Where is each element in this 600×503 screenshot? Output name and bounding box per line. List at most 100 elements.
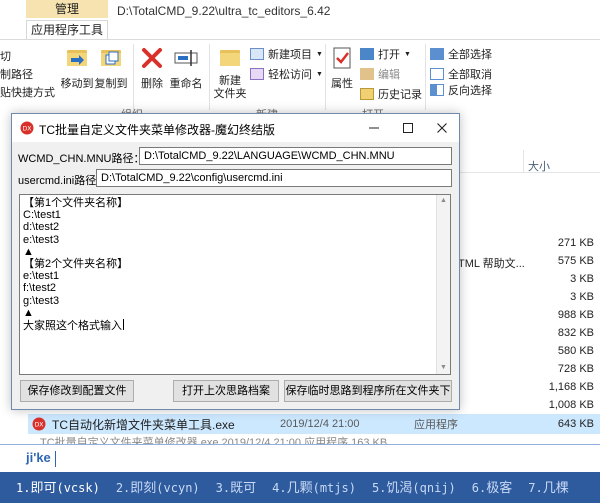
file-size: 643 KB: [557, 418, 594, 430]
tab-app-tools[interactable]: 应用程序工具: [26, 20, 108, 40]
close-button[interactable]: [425, 114, 459, 142]
ime-candidate[interactable]: 5.饥渴(qnij): [372, 477, 456, 496]
text-line-current: 大家照这个格式输入: [23, 318, 128, 332]
properties-button[interactable]: 属性: [328, 44, 356, 91]
history-icon: [360, 88, 374, 100]
window-path-title: D:\TotalCMD_9.22\ultra_tc_editors_6.42: [117, 4, 331, 18]
app-exe-icon: DX: [32, 417, 46, 431]
minimize-button[interactable]: [357, 114, 391, 142]
text-line: 【第2个文件夹名称】: [23, 257, 129, 270]
header-divider: [460, 172, 600, 173]
file-size: 575 KB: [557, 255, 594, 267]
textarea-content: 【第1个文件夹名称】 C:\test1 d:\test2 e:\test3 ▲ …: [23, 197, 129, 332]
ime-candidate-bar: ji'ke 1.即可(vcsk) 2.即刻(vcyn) 3.既可 4.几颗(mt…: [0, 444, 600, 503]
properties-label: 属性: [331, 78, 353, 90]
copy-to-button[interactable]: 复制到: [94, 44, 128, 91]
move-to-label: 移动到: [60, 78, 94, 90]
copy-path-item[interactable]: 制路径: [0, 66, 33, 82]
new-item-menu[interactable]: 新建项目 ▼: [250, 46, 323, 62]
maximize-button[interactable]: [391, 114, 425, 142]
text-line: ▲: [23, 306, 34, 319]
minimize-icon: [369, 127, 379, 129]
text-line: ▲: [23, 245, 34, 258]
select-all-icon: [430, 48, 444, 60]
ime-candidate[interactable]: 2.即刻(vcyn): [116, 477, 200, 496]
select-all-item[interactable]: 全部选择: [430, 46, 492, 62]
menu-editor-dialog: DX TC批量自定义文件夹菜单修改器-魔幻终结版 WCMD_CHN.MNU路径：…: [11, 113, 460, 410]
dialog-titlebar[interactable]: DX TC批量自定义文件夹菜单修改器-魔幻终结版: [12, 114, 459, 142]
easy-access-menu[interactable]: 轻松访问 ▼: [250, 66, 323, 82]
ribbon-separator: [325, 44, 326, 110]
textarea-scrollbar[interactable]: ▲ ▼: [436, 195, 450, 374]
move-to-button[interactable]: 移动到: [60, 44, 94, 91]
new-item-label: 新建项目: [268, 49, 312, 61]
easy-access-icon: [250, 68, 264, 80]
save-temp-button[interactable]: 保存临时思路到程序所在文件夹下: [284, 380, 452, 402]
delete-button[interactable]: 删除: [138, 44, 166, 91]
file-size: 728 KB: [557, 363, 594, 375]
rename-label: 重命名: [169, 78, 203, 90]
file-size: 832 KB: [557, 327, 594, 339]
select-none-item[interactable]: 全部取消: [430, 66, 492, 82]
tab-manage[interactable]: 管理: [26, 0, 108, 18]
chevron-down-icon: ▼: [404, 50, 411, 58]
new-folder-label: 新建 文件夹: [213, 75, 247, 100]
text-caret: [123, 318, 124, 330]
ribbon-separator: [133, 44, 134, 110]
history-label: 历史记录: [378, 89, 422, 101]
close-icon: [437, 123, 447, 133]
wcmd-path-input[interactable]: D:\TotalCMD_9.22\LANGUAGE\WCMD_CHN.MNU: [139, 147, 452, 165]
delete-label: 删除: [141, 78, 163, 90]
file-size: 3 KB: [570, 273, 594, 285]
select-none-icon: [430, 68, 444, 80]
ime-candidate[interactable]: 6.极客: [472, 477, 512, 496]
ime-caret: [55, 451, 56, 467]
text-line: f:\test2: [23, 282, 57, 295]
ime-candidate[interactable]: 4.几颗(mtjs): [272, 477, 356, 496]
column-divider: [523, 150, 524, 172]
copy-to-label: 复制到: [94, 78, 128, 90]
paste-shortcut-item[interactable]: 贴快捷方式: [0, 84, 55, 100]
text-line: 大家照这个格式输入: [23, 319, 122, 332]
invert-selection-label: 反向选择: [448, 85, 492, 97]
table-row-selected[interactable]: DX TC自动化新增文件夹菜单工具.exe 2019/12/4 21:00 应用…: [28, 414, 600, 434]
rename-button[interactable]: 重命名: [168, 44, 204, 91]
copy-to-icon: [101, 50, 121, 66]
ime-candidate-list: 1.即可(vcsk) 2.即刻(vcyn) 3.既可 4.几颗(mtjs) 5.…: [16, 477, 569, 496]
svg-text:DX: DX: [35, 422, 44, 429]
usercmd-path-input[interactable]: D:\TotalCMD_9.22\config\usercmd.ini: [96, 169, 452, 187]
ime-candidate[interactable]: 7.几棵: [528, 477, 568, 496]
file-size: 271 KB: [557, 237, 594, 249]
usercmd-path-label: usercmd.ini路径：: [18, 175, 108, 187]
delete-icon: [142, 48, 162, 68]
text-line: e:\test3: [23, 233, 60, 246]
invert-selection-item[interactable]: 反向选择: [430, 82, 492, 98]
text-line: C:\test1: [23, 209, 61, 222]
edit-item[interactable]: 编辑: [360, 66, 400, 82]
open-menu[interactable]: 打开 ▼: [360, 46, 411, 62]
file-size: 1,168 KB: [548, 381, 594, 393]
cut-item[interactable]: 切: [0, 48, 11, 64]
file-size: 1,008 KB: [548, 399, 594, 411]
ime-candidate[interactable]: 3.既可: [216, 477, 256, 496]
scroll-up-icon[interactable]: ▲: [437, 195, 450, 207]
history-item[interactable]: 历史记录: [360, 86, 422, 102]
text-line: g:\test3: [23, 294, 60, 307]
new-item-icon: [250, 48, 264, 60]
dialog-title: TC批量自定义文件夹菜单修改器-魔幻终结版: [39, 123, 275, 137]
table-row-partial[interactable]: TC批量自定义文件夹菜单修改器.exe 2019/12/4 21:00 应用程序…: [40, 434, 600, 444]
text-line: e:\test1: [23, 270, 60, 283]
scroll-down-icon[interactable]: ▼: [437, 362, 450, 374]
easy-access-label: 轻松访问: [268, 69, 312, 81]
ribbon-separator: [425, 44, 426, 110]
new-folder-button[interactable]: 新建 文件夹: [212, 44, 248, 101]
chevron-down-icon: ▼: [316, 50, 323, 58]
save-config-button[interactable]: 保存修改到配置文件: [20, 380, 134, 402]
folder-list-textarea[interactable]: 【第1个文件夹名称】 C:\test1 d:\test2 e:\test3 ▲ …: [19, 194, 451, 375]
ime-candidate[interactable]: 1.即可(vcsk): [16, 477, 100, 496]
select-all-label: 全部选择: [448, 49, 492, 61]
ime-composition-text: ji'ke: [26, 450, 51, 465]
properties-icon: [333, 47, 351, 69]
ribbon-separator: [209, 44, 210, 110]
open-archive-button[interactable]: 打开上次思路档案: [173, 380, 279, 402]
